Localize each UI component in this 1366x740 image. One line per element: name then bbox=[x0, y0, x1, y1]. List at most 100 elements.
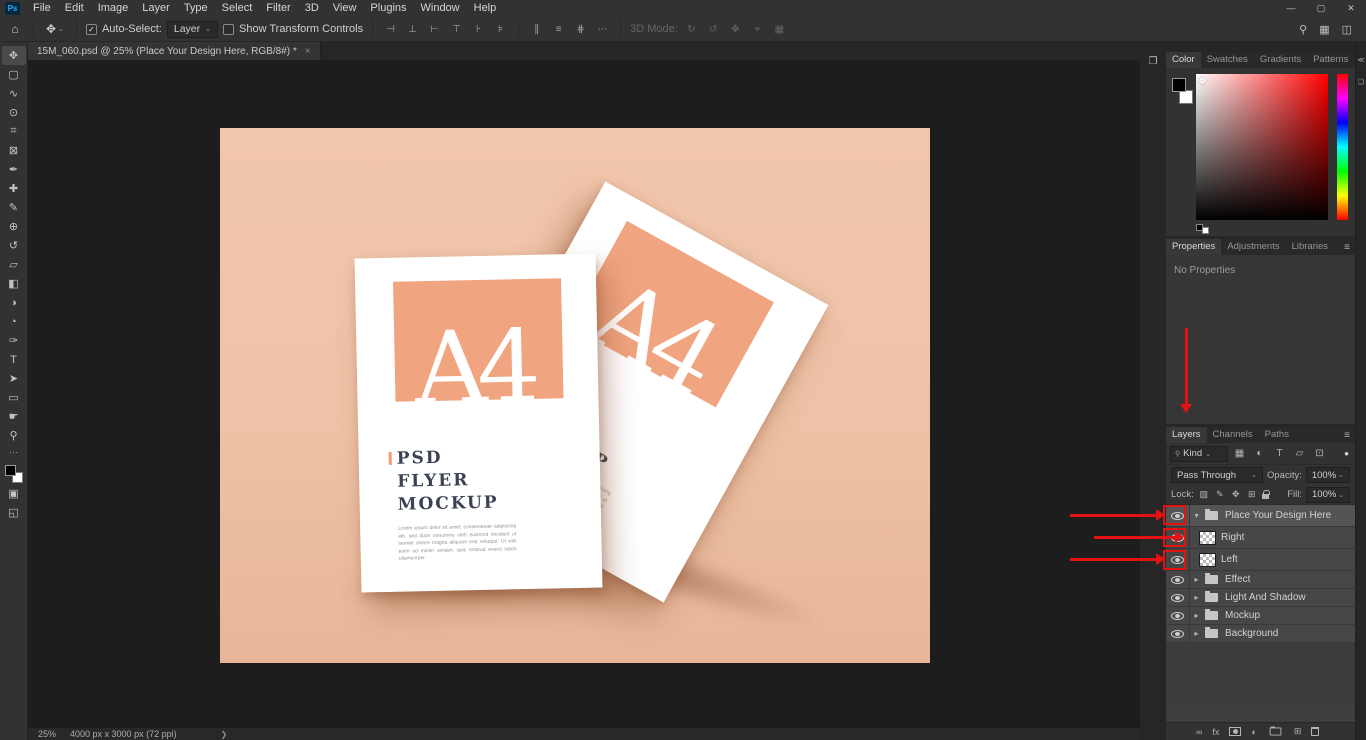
visibility-toggle[interactable] bbox=[1166, 625, 1190, 642]
pen-tool[interactable]: ✑ bbox=[2, 331, 26, 350]
add-mask-icon[interactable] bbox=[1229, 727, 1241, 736]
tab-patterns[interactable]: Patterns bbox=[1307, 52, 1354, 68]
distribute-v-icon[interactable]: ≡ bbox=[550, 24, 567, 35]
menu-file[interactable]: File bbox=[26, 0, 58, 17]
foreground-color-swatch[interactable] bbox=[5, 465, 16, 476]
filter-type-icon[interactable]: T bbox=[1271, 446, 1288, 462]
lasso-tool[interactable]: ∿ bbox=[2, 84, 26, 103]
tab-layers[interactable]: Layers bbox=[1166, 427, 1207, 443]
filter-shape-icon[interactable]: ▱ bbox=[1291, 446, 1308, 462]
clone-stamp-tool[interactable]: ⊕ bbox=[2, 217, 26, 236]
frame-tool[interactable]: ⊠ bbox=[2, 141, 26, 160]
marquee-tool[interactable]: ▢ bbox=[2, 65, 26, 84]
menu-view[interactable]: View bbox=[326, 0, 364, 17]
panel-menu-icon[interactable]: ≡ bbox=[1344, 242, 1355, 253]
visibility-toggle[interactable] bbox=[1166, 589, 1190, 606]
align-middle-icon[interactable]: ⊦ bbox=[470, 24, 487, 35]
visibility-toggle[interactable] bbox=[1166, 607, 1190, 624]
layer-row-light-and-shadow[interactable]: ▸ Light And Shadow bbox=[1166, 589, 1355, 607]
object-selection-tool[interactable]: ⊙ bbox=[2, 103, 26, 122]
chevron-right-icon[interactable]: ▸ bbox=[1190, 611, 1203, 620]
menu-help[interactable]: Help bbox=[467, 0, 504, 17]
layer-effects-icon[interactable]: fx bbox=[1212, 727, 1219, 737]
gradient-tool[interactable]: ◧ bbox=[2, 274, 26, 293]
adjustment-layer-icon[interactable]: ◐ bbox=[1251, 727, 1256, 737]
history-brush-tool[interactable]: ↺ bbox=[2, 236, 26, 255]
zoom-level[interactable]: 25% bbox=[38, 729, 56, 739]
close-icon[interactable]: ✕ bbox=[1336, 0, 1366, 17]
tab-libraries[interactable]: Libraries bbox=[1286, 239, 1334, 255]
menu-3d[interactable]: 3D bbox=[298, 0, 326, 17]
align-right-icon[interactable]: ⊢ bbox=[426, 24, 443, 35]
move-tool[interactable]: ✥ bbox=[2, 46, 26, 65]
foreground-color-swatch[interactable] bbox=[1172, 78, 1186, 92]
panel-layout-icon[interactable]: ◫ bbox=[1342, 23, 1352, 36]
zoom-tool[interactable]: ⚲ bbox=[2, 426, 26, 445]
opacity-dropdown[interactable]: 100% ⌄ bbox=[1306, 467, 1350, 483]
tab-color[interactable]: Color bbox=[1166, 52, 1201, 68]
menu-type[interactable]: Type bbox=[177, 0, 215, 17]
layer-row-place-your-design-here[interactable]: ▾ Place Your Design Here bbox=[1166, 505, 1355, 527]
tab-gradients[interactable]: Gradients bbox=[1254, 52, 1307, 68]
align-left-icon[interactable]: ⊣ bbox=[382, 24, 399, 35]
filter-adjustment-icon[interactable]: ◐ bbox=[1251, 446, 1268, 462]
distribute-h-icon[interactable]: ∥ bbox=[528, 24, 545, 35]
lock-artboard-icon[interactable]: ⊞ bbox=[1246, 489, 1258, 500]
chevron-right-icon[interactable]: ▸ bbox=[1190, 629, 1203, 638]
minimize-icon[interactable]: — bbox=[1276, 0, 1306, 17]
path-selection-tool[interactable]: ➤ bbox=[2, 369, 26, 388]
align-top-icon[interactable]: ⊤ bbox=[448, 24, 465, 35]
lock-position-icon[interactable]: ✥ bbox=[1230, 489, 1242, 500]
menu-layer[interactable]: Layer bbox=[135, 0, 177, 17]
shape-tool[interactable]: ▭ bbox=[2, 388, 26, 407]
layer-thumbnail[interactable] bbox=[1199, 553, 1216, 567]
home-icon[interactable]: ⌂ bbox=[6, 22, 24, 36]
crop-tool[interactable]: ⌗ bbox=[2, 122, 26, 141]
filter-toggle-icon[interactable]: ● bbox=[1344, 449, 1351, 458]
color-swatches[interactable] bbox=[4, 464, 24, 484]
white-chip[interactable] bbox=[1202, 227, 1209, 234]
color-marker[interactable] bbox=[1199, 77, 1206, 84]
tab-properties[interactable]: Properties bbox=[1166, 239, 1221, 255]
collapse-dock-icon[interactable]: ≪ bbox=[1356, 56, 1366, 64]
more-options-icon[interactable]: ⋯ bbox=[594, 24, 611, 35]
new-group-icon[interactable] bbox=[1270, 727, 1282, 735]
menu-edit[interactable]: Edit bbox=[58, 0, 91, 17]
dodge-tool[interactable]: ◔ bbox=[2, 312, 26, 331]
chevron-right-icon[interactable]: ▸ bbox=[1190, 575, 1203, 584]
document-canvas[interactable]: A4 PSD FLYER MOCKUP Lorem ipsum dolor si… bbox=[220, 128, 930, 663]
tab-swatches[interactable]: Swatches bbox=[1201, 52, 1254, 68]
hand-tool[interactable]: ☛ bbox=[2, 407, 26, 426]
saturation-field[interactable] bbox=[1196, 74, 1328, 220]
tab-close-icon[interactable]: × bbox=[305, 46, 311, 57]
link-layers-icon[interactable]: ∞ bbox=[1196, 727, 1202, 737]
document-tab[interactable]: 15M_060.psd @ 25% (Place Your Design Her… bbox=[28, 42, 321, 60]
background-color-swatch[interactable] bbox=[1179, 90, 1193, 104]
eraser-tool[interactable]: ▱ bbox=[2, 255, 26, 274]
healing-brush-tool[interactable]: ✚ bbox=[2, 179, 26, 198]
menu-window[interactable]: Window bbox=[414, 0, 467, 17]
visibility-toggle[interactable] bbox=[1166, 527, 1190, 548]
layer-row-left[interactable]: Left bbox=[1166, 549, 1355, 571]
distribute-spacing-icon[interactable]: ⋕ bbox=[572, 24, 589, 35]
layer-thumbnail[interactable] bbox=[1199, 531, 1216, 545]
workspace-icon[interactable]: ▦ bbox=[1319, 23, 1329, 36]
align-center-h-icon[interactable]: ⊥ bbox=[404, 24, 421, 35]
lock-all-icon[interactable] bbox=[1262, 494, 1269, 499]
type-tool[interactable]: T bbox=[2, 350, 26, 369]
lock-transparency-icon[interactable]: ▨ bbox=[1198, 489, 1210, 500]
chevron-down-icon[interactable]: ▾ bbox=[1190, 511, 1203, 520]
status-flyout-icon[interactable]: ❯ bbox=[221, 730, 228, 739]
layer-row-effect[interactable]: ▸ Effect bbox=[1166, 571, 1355, 589]
quick-mask-icon[interactable]: ▣ bbox=[2, 484, 26, 503]
filter-kind-dropdown[interactable]: ⚲ Kind ⌄ bbox=[1170, 446, 1228, 462]
visibility-toggle[interactable] bbox=[1166, 505, 1190, 526]
maximize-icon[interactable]: ▢ bbox=[1306, 0, 1336, 17]
auto-select-checkbox[interactable]: ✓ bbox=[86, 24, 97, 35]
auto-select-target-dropdown[interactable]: Layer ⌄ bbox=[167, 21, 218, 38]
chevron-right-icon[interactable]: ▸ bbox=[1190, 593, 1203, 602]
tab-adjustments[interactable]: Adjustments bbox=[1221, 239, 1285, 255]
lock-pixels-icon[interactable]: ✎ bbox=[1214, 489, 1226, 500]
brush-tool[interactable]: ✎ bbox=[2, 198, 26, 217]
filter-pixel-icon[interactable]: ▦ bbox=[1231, 446, 1248, 462]
